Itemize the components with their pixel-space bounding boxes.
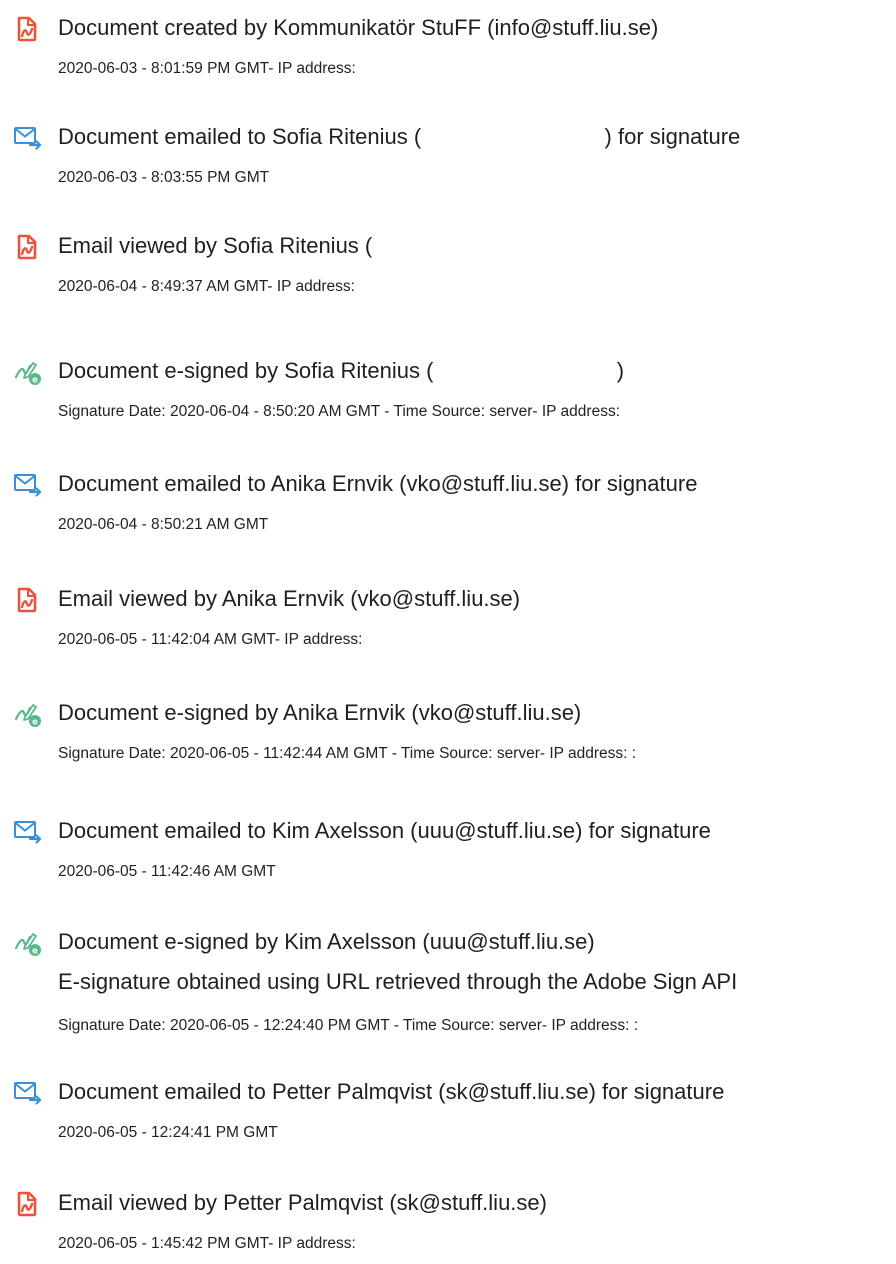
email-icon [12, 1078, 42, 1108]
email-icon [12, 470, 42, 500]
event-title: Document created by Kommunikatör StuFF (… [58, 15, 659, 40]
esign-icon: e [12, 699, 42, 729]
document-icon [12, 14, 42, 44]
audit-event: Email viewed by Sofia Ritenius ( 2020-06… [0, 232, 896, 302]
document-icon [12, 232, 42, 262]
event-title: Email viewed by Sofia Ritenius ( [58, 233, 373, 258]
document-icon [12, 585, 42, 615]
audit-event: e Document e-signed by Sofia Ritenius ( … [0, 357, 896, 427]
audit-event: e Document e-signed by Anika Ernvik (vko… [0, 699, 896, 769]
event-detail: 2020-06-05 - 12:24:41 PM GMT [58, 1124, 278, 1141]
event-detail: 2020-06-05 - 11:42:04 AM GMT- IP address… [58, 631, 363, 648]
event-title: Document e-signed by Anika Ernvik (vko@s… [58, 700, 582, 725]
event-title: Document emailed to Kim Axelsson (uuu@st… [58, 818, 711, 843]
audit-event: Document emailed to Anika Ernvik (vko@st… [0, 470, 896, 540]
event-title: Email viewed by Petter Palmqvist (sk@stu… [58, 1190, 547, 1215]
svg-text:e: e [32, 376, 38, 386]
event-title: Document emailed to Anika Ernvik (vko@st… [58, 471, 698, 496]
event-detail: 2020-06-05 - 11:42:46 AM GMT [58, 863, 276, 880]
esign-icon: e [12, 928, 42, 958]
event-detail: 2020-06-04 - 8:50:21 AM GMT [58, 516, 269, 533]
event-detail: 2020-06-04 - 8:49:37 AM GMT- IP address: [58, 278, 355, 295]
document-icon [12, 1189, 42, 1219]
event-detail: 2020-06-03 - 8:03:55 PM GMT [58, 169, 270, 186]
event-title: Email viewed by Anika Ernvik (vko@stuff.… [58, 586, 521, 611]
event-detail: Signature Date: 2020-06-05 - 11:42:44 AM… [58, 745, 637, 762]
audit-log: Document created by Kommunikatör StuFF (… [0, 0, 896, 1264]
esign-icon: e [12, 357, 42, 387]
audit-event: Document emailed to Kim Axelsson (uuu@st… [0, 817, 896, 887]
event-title: Document e-signed by Sofia Ritenius ( ) [58, 358, 625, 383]
audit-event: Document emailed to Petter Palmqvist (sk… [0, 1078, 896, 1148]
email-icon [12, 123, 42, 153]
event-detail: Signature Date: 2020-06-05 - 12:24:40 PM… [58, 1017, 639, 1034]
audit-event: Document emailed to Sofia Ritenius ( ) f… [0, 123, 896, 193]
audit-event: e Document e-signed by Kim Axelsson (uuu… [0, 928, 896, 1043]
event-detail: 2020-06-03 - 8:01:59 PM GMT- IP address: [58, 60, 356, 77]
email-icon [12, 817, 42, 847]
event-subtitle: E-signature obtained using URL retrieved… [58, 969, 738, 994]
audit-event: Email viewed by Anika Ernvik (vko@stuff.… [0, 585, 896, 655]
audit-event: Email viewed by Petter Palmqvist (sk@stu… [0, 1189, 896, 1259]
svg-text:e: e [32, 947, 38, 957]
svg-text:e: e [32, 718, 38, 728]
audit-event: Document created by Kommunikatör StuFF (… [0, 14, 896, 84]
event-detail: 2020-06-05 - 1:45:42 PM GMT- IP address: [58, 1235, 356, 1252]
event-detail: Signature Date: 2020-06-04 - 8:50:20 AM … [58, 403, 620, 420]
event-title: Document emailed to Petter Palmqvist (sk… [58, 1079, 725, 1104]
event-title: Document e-signed by Kim Axelsson (uuu@s… [58, 929, 595, 954]
event-title: Document emailed to Sofia Ritenius ( ) f… [58, 124, 741, 149]
